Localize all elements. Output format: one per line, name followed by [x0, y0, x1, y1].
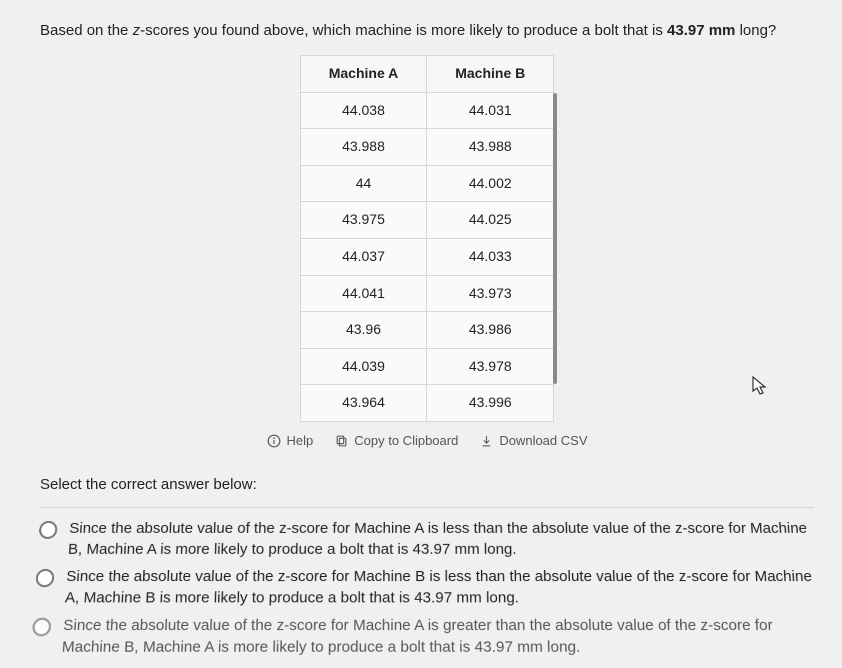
clipboard-icon — [335, 434, 348, 448]
radio-c[interactable] — [32, 618, 52, 637]
table-cell: 43.996 — [427, 385, 554, 422]
table-row: 4444.002 — [300, 165, 554, 202]
radio-a[interactable] — [39, 521, 58, 539]
csv-label: Download CSV — [499, 432, 587, 450]
help-label: Help — [287, 432, 314, 450]
table-cell: 43.973 — [427, 275, 554, 312]
table-cell: 44.033 — [427, 238, 554, 275]
table-row: 43.98843.988 — [300, 129, 554, 166]
table-cell: 44.041 — [300, 275, 427, 312]
question-value: 43.97 mm — [667, 22, 735, 39]
table-row: 43.9643.986 — [300, 312, 554, 349]
question-text: Based on the z-scores you found above, w… — [40, 20, 814, 41]
data-table: Machine A Machine B 44.03844.03143.98843… — [300, 55, 555, 422]
table-cell: 43.975 — [300, 202, 427, 239]
table-cell: 44.002 — [427, 165, 554, 202]
question-mid: -scores you found above, which machine i… — [140, 22, 667, 39]
table-cell: 43.986 — [427, 312, 554, 349]
choice-b[interactable]: Since the absolute value of the z-score … — [34, 566, 820, 609]
table-row: 43.96443.996 — [300, 385, 554, 422]
table-cell: 44 — [300, 165, 427, 202]
table-row: 44.03744.033 — [300, 238, 554, 275]
table-cell: 43.964 — [300, 385, 427, 422]
copy-label: Copy to Clipboard — [354, 432, 458, 450]
table-actions: Help Copy to Clipboard Download CSV — [40, 432, 814, 450]
download-icon — [480, 434, 493, 448]
answer-prompt: Select the correct answer below: — [40, 474, 814, 495]
choice-list: Since the absolute value of the z-score … — [30, 518, 824, 666]
question-post: long? — [735, 22, 776, 39]
copy-button[interactable]: Copy to Clipboard — [335, 432, 458, 450]
download-csv-button[interactable]: Download CSV — [480, 432, 587, 450]
table-cell: 44.025 — [427, 202, 554, 239]
choice-c-text: Since the absolute value of the z-score … — [61, 615, 823, 658]
table-row: 44.04143.973 — [300, 275, 554, 312]
help-button[interactable]: Help — [267, 432, 314, 450]
table-cell: 43.96 — [300, 312, 427, 349]
col-header-b: Machine B — [427, 56, 554, 93]
table-cell: 43.988 — [427, 129, 554, 166]
table-row: 44.03943.978 — [300, 348, 554, 385]
choice-a-text: Since the absolute value of the z-score … — [67, 518, 816, 560]
table-cell: 44.031 — [427, 92, 554, 129]
table-cell: 43.978 — [427, 348, 554, 385]
table-cell: 44.038 — [300, 92, 427, 129]
col-header-a: Machine A — [300, 56, 427, 93]
choice-a[interactable]: Since the absolute value of the z-score … — [37, 518, 817, 560]
table-cell: 43.988 — [300, 129, 427, 166]
choice-c[interactable]: Since the absolute value of the z-score … — [30, 615, 823, 658]
table-row: 44.03844.031 — [300, 92, 554, 129]
info-icon — [267, 434, 281, 448]
question-pre: Based on the — [40, 22, 133, 39]
table-cell: 44.039 — [300, 348, 427, 385]
z-var: z — [133, 22, 141, 39]
table-row: 43.97544.025 — [300, 202, 554, 239]
table-cell: 44.037 — [300, 238, 427, 275]
choice-b-text: Since the absolute value of the z-score … — [64, 566, 820, 609]
radio-b[interactable] — [35, 569, 54, 587]
divider — [40, 507, 814, 508]
scrollbar[interactable] — [553, 93, 557, 384]
